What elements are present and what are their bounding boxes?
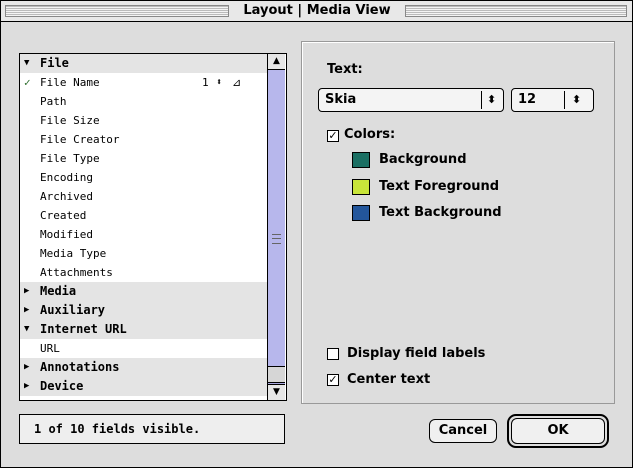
row-label: File Name bbox=[40, 76, 100, 89]
colors-checkbox[interactable]: ✓ bbox=[327, 130, 339, 142]
disclosure-expanded-icon[interactable]: ▼ bbox=[24, 54, 34, 73]
cancel-button[interactable]: Cancel bbox=[429, 419, 497, 443]
display-field-labels-label: Display field labels bbox=[347, 346, 486, 361]
status-box: 1 of 10 fields visible. bbox=[19, 414, 285, 444]
field-row[interactable]: Created bbox=[20, 206, 267, 225]
row-label: File Size bbox=[40, 114, 100, 127]
font-select-value: Skia bbox=[325, 92, 357, 107]
field-row[interactable]: ✓ File Name 1 ⬍ ⊿ bbox=[20, 73, 267, 92]
size-select-value: 12 bbox=[518, 92, 537, 107]
row-label: Encoding bbox=[40, 171, 93, 184]
field-list-rows: ▼ File ✓ File Name 1 ⬍ ⊿ Path File Size File Crea… bbox=[20, 54, 267, 400]
row-label: Created bbox=[40, 209, 87, 222]
center-text-checkbox[interactable]: ✓ bbox=[327, 374, 339, 386]
text-background-color-label: Text Background bbox=[379, 205, 502, 220]
group-row[interactable]: ▼ File bbox=[20, 54, 267, 73]
row-label: Archived bbox=[40, 190, 93, 203]
display-field-labels-checkbox[interactable] bbox=[327, 348, 339, 360]
field-row[interactable]: URL bbox=[20, 339, 267, 358]
group-row[interactable]: ▶ Device bbox=[20, 377, 267, 396]
ok-button[interactable]: OK bbox=[511, 418, 605, 444]
center-text-label: Center text bbox=[347, 372, 431, 387]
field-list[interactable]: ▼ File ✓ File Name 1 ⬍ ⊿ Path File Size File Crea… bbox=[19, 53, 287, 401]
layout-window: Layout | Media View ▼ File ✓ File Name 1 ⬍ ⊿ Pa… bbox=[0, 0, 633, 468]
row-label: Internet URL bbox=[40, 322, 127, 336]
field-order-value: 1 bbox=[202, 76, 209, 89]
field-row[interactable]: Modified bbox=[20, 225, 267, 244]
disclosure-expanded-icon[interactable]: ▼ bbox=[24, 320, 34, 339]
row-label: Media bbox=[40, 284, 77, 298]
font-select[interactable]: Skia ⬍ bbox=[318, 88, 504, 112]
disclosure-collapsed-icon[interactable]: ▶ bbox=[24, 358, 34, 377]
field-row[interactable]: Path bbox=[20, 92, 267, 111]
disclosure-collapsed-icon[interactable]: ▶ bbox=[24, 377, 34, 396]
row-label: Modified bbox=[40, 228, 93, 241]
alignment-icon[interactable]: ⊿ bbox=[232, 73, 241, 92]
field-row[interactable]: Archived bbox=[20, 187, 267, 206]
scroll-track[interactable] bbox=[268, 70, 285, 366]
title-stripes-right bbox=[405, 5, 627, 17]
row-label: Auxiliary bbox=[40, 303, 106, 317]
fields-visible-status: 1 of 10 fields visible. bbox=[34, 422, 201, 436]
vertical-scrollbar[interactable]: ▲ ▼ bbox=[267, 54, 285, 400]
font-select-arrows-icon: ⬍ bbox=[487, 93, 497, 106]
title-bar[interactable]: Layout | Media View bbox=[1, 1, 632, 22]
text-foreground-color-swatch[interactable] bbox=[352, 179, 370, 195]
row-label: Attachments bbox=[40, 266, 113, 279]
scroll-up-button[interactable]: ▲ bbox=[268, 54, 285, 70]
scroll-down-button[interactable]: ▼ bbox=[268, 384, 285, 400]
group-row[interactable]: ▶ Auxiliary bbox=[20, 301, 267, 320]
row-label: URL bbox=[40, 342, 60, 355]
row-label: Device bbox=[40, 379, 84, 393]
scroll-thumb[interactable] bbox=[268, 366, 285, 383]
size-select[interactable]: 12 ⬍ bbox=[511, 88, 594, 112]
field-row[interactable]: File Creator bbox=[20, 130, 267, 149]
colors-label: Colors: bbox=[344, 127, 396, 142]
row-label: Media Type bbox=[40, 247, 107, 260]
field-row[interactable]: File Type bbox=[20, 149, 267, 168]
checkmark-icon[interactable]: ✓ bbox=[24, 73, 36, 92]
size-select-arrows-icon: ⬍ bbox=[572, 93, 582, 106]
title-stripes-left bbox=[5, 5, 229, 17]
properties-panel: Text: Skia ⬍ 12 ⬍ ✓ Colors: Background T… bbox=[301, 41, 615, 404]
text-label: Text: bbox=[327, 62, 363, 77]
field-row[interactable]: Attachments bbox=[20, 263, 267, 282]
row-label: Annotations bbox=[40, 360, 120, 374]
text-foreground-color-label: Text Foreground bbox=[379, 179, 500, 194]
window-title: Layout | Media View bbox=[229, 1, 405, 21]
field-row[interactable]: Media Type bbox=[20, 244, 267, 263]
group-row[interactable]: ▶ Media bbox=[20, 282, 267, 301]
order-stepper-icon[interactable]: ⬍ bbox=[216, 73, 222, 92]
field-row[interactable]: File Size bbox=[20, 111, 267, 130]
scroll-grip-icon bbox=[272, 234, 281, 244]
row-label: File bbox=[40, 56, 69, 70]
background-color-swatch[interactable] bbox=[352, 152, 370, 168]
row-label: File Type bbox=[40, 152, 100, 165]
background-color-label: Background bbox=[379, 152, 467, 167]
disclosure-collapsed-icon[interactable]: ▶ bbox=[24, 301, 34, 320]
group-row[interactable]: ▶ Annotations bbox=[20, 358, 267, 377]
disclosure-collapsed-icon[interactable]: ▶ bbox=[24, 282, 34, 301]
group-row[interactable]: ▼ Internet URL bbox=[20, 320, 267, 339]
row-label: File Creator bbox=[40, 133, 120, 146]
row-label: Path bbox=[40, 95, 67, 108]
text-background-color-swatch[interactable] bbox=[352, 205, 370, 221]
field-row[interactable]: Encoding bbox=[20, 168, 267, 187]
